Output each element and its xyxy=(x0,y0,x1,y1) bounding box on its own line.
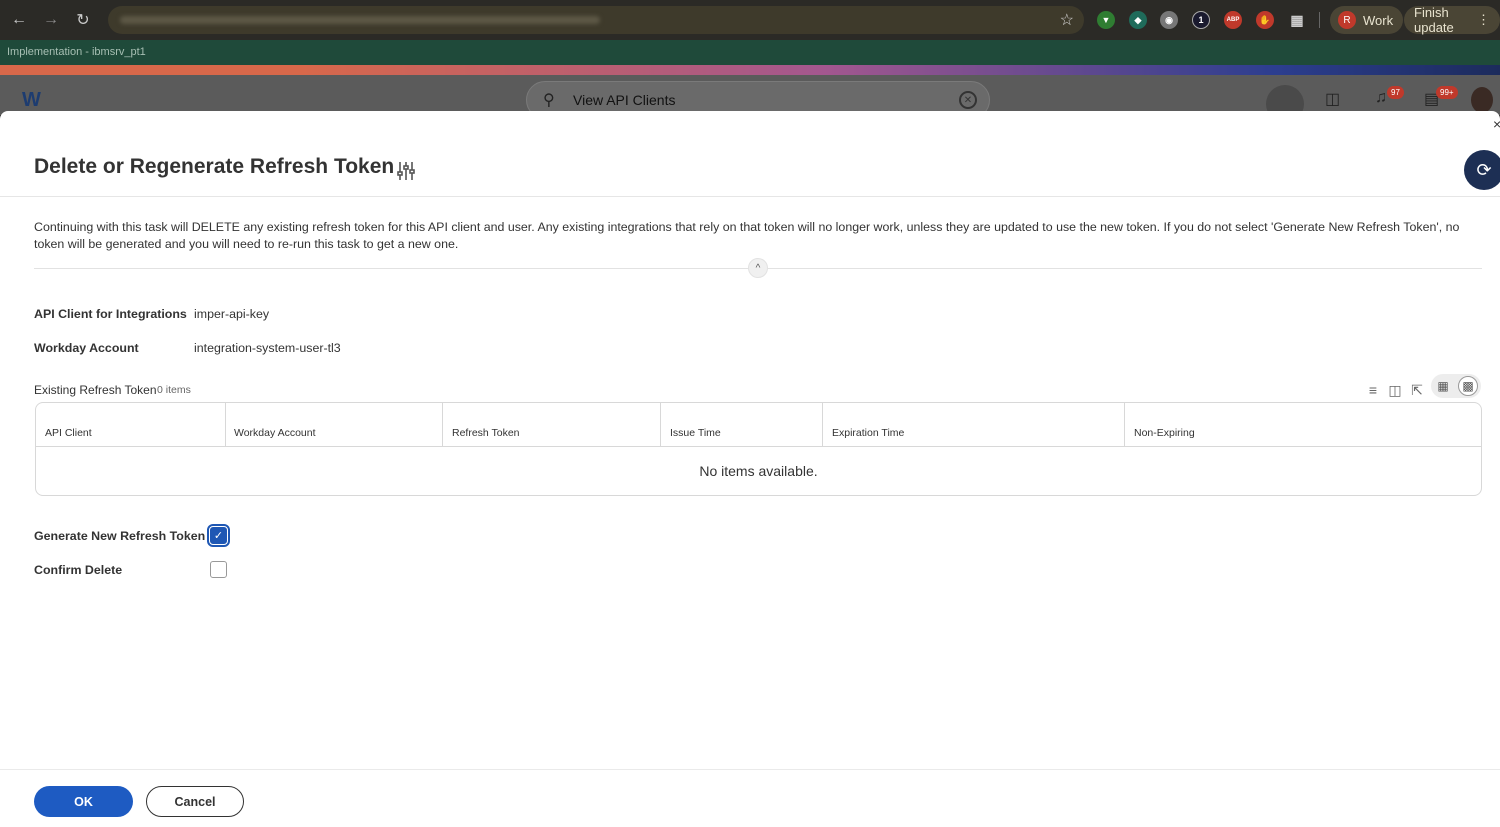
user-avatar[interactable] xyxy=(1471,87,1493,113)
grid-view-icon[interactable]: ▩ xyxy=(1458,376,1478,396)
assistant-button[interactable]: ⟳ xyxy=(1464,150,1500,190)
blurred-url xyxy=(120,16,600,24)
notifications-badge: 97 xyxy=(1387,86,1404,99)
password-extension-icon[interactable]: 1 xyxy=(1192,11,1210,29)
environment-label: Implementation - ibmsrv_pt1 xyxy=(7,46,146,58)
address-bar[interactable]: ☆ xyxy=(108,6,1084,34)
forward-icon[interactable]: → xyxy=(38,7,64,33)
api-client-label: API Client for Integrations xyxy=(34,307,187,321)
shield-extension-icon[interactable]: ◆ xyxy=(1129,11,1147,29)
search-icon: ⚲ xyxy=(543,92,555,109)
column-header[interactable]: Refresh Token xyxy=(443,403,661,447)
kebab-menu-icon[interactable]: ⋮ xyxy=(1477,12,1490,28)
close-dialog-icon[interactable]: × xyxy=(1493,116,1500,132)
workday-logo[interactable]: W xyxy=(22,89,46,113)
download-extension-icon[interactable]: ▼ xyxy=(1097,11,1115,29)
reload-icon[interactable]: ↻ xyxy=(70,7,96,33)
column-header[interactable]: Issue Time xyxy=(661,403,823,447)
instructions-text: Continuing with this task will DELETE an… xyxy=(34,220,1460,251)
back-icon[interactable]: ← xyxy=(6,7,32,33)
page-title: Delete or Regenerate Refresh Token xyxy=(34,155,395,178)
inbox-badge: 99+ xyxy=(1436,86,1458,99)
empty-state-text: No items available. xyxy=(699,463,818,479)
environment-banner: Implementation - ibmsrv_pt1 xyxy=(0,40,1500,65)
cancel-button[interactable]: Cancel xyxy=(146,786,244,817)
generate-token-label: Generate New Refresh Token xyxy=(34,529,206,543)
workday-account-label: Workday Account xyxy=(34,341,139,355)
app-header: W ⚲ View API Clients ✕ ◫ ♫ 97 ▤ 99+ xyxy=(0,75,1500,123)
expand-icon[interactable]: ⇱ xyxy=(1408,379,1426,401)
grid-title: Existing Refresh Token xyxy=(34,383,157,397)
puzzle-extensions-icon[interactable]: ▦ xyxy=(1288,11,1306,29)
view-toggle: ▦ ▩ xyxy=(1431,374,1481,398)
workday-color-band xyxy=(0,65,1500,75)
bookmark-star-icon[interactable]: ☆ xyxy=(1060,10,1074,30)
filter-icon[interactable]: ≡ xyxy=(1364,379,1382,401)
confirm-delete-checkbox[interactable] xyxy=(210,561,227,578)
related-actions-icon[interactable] xyxy=(397,161,415,181)
clear-search-icon[interactable]: ✕ xyxy=(959,91,977,109)
finish-update-button[interactable]: Finish update ⋮ xyxy=(1404,5,1500,35)
table-header: API Client Workday Account Refresh Token… xyxy=(36,403,1481,447)
column-header[interactable]: Workday Account xyxy=(225,403,443,447)
grid-count: 0 items xyxy=(157,384,191,396)
profile-avatar: R xyxy=(1338,11,1356,29)
title-divider xyxy=(0,196,1500,197)
ok-button[interactable]: OK xyxy=(34,786,133,817)
profile-label: Work xyxy=(1363,12,1394,28)
search-text: View API Clients xyxy=(573,92,676,108)
column-layout-icon[interactable]: ◫ xyxy=(1386,379,1404,401)
column-header[interactable]: Non-Expiring xyxy=(1125,403,1481,447)
toolbar-divider xyxy=(1319,12,1320,28)
confirm-delete-label: Confirm Delete xyxy=(34,563,123,577)
delete-regenerate-token-dialog: × Delete or Regenerate Refresh Token ⟳ C… xyxy=(0,111,1500,827)
profile-chip[interactable]: R Work xyxy=(1330,6,1404,34)
column-header[interactable]: Expiration Time xyxy=(823,403,1125,447)
table-view-icon[interactable]: ▦ xyxy=(1433,376,1453,396)
adblock-extension-icon[interactable]: ABP xyxy=(1224,11,1242,29)
refresh-token-table: API Client Workday Account Refresh Token… xyxy=(35,402,1482,496)
footer-divider xyxy=(0,769,1500,770)
column-header[interactable]: API Client xyxy=(36,403,226,447)
chrome-extension-icon[interactable]: ◉ xyxy=(1160,11,1178,29)
finish-update-label: Finish update xyxy=(1414,5,1454,35)
chevron-up-icon[interactable]: ^ xyxy=(748,258,768,278)
workday-account-value: integration-system-user-tl3 xyxy=(194,341,341,355)
browser-toolbar: ← → ↻ ☆ ▼ ◆ ◉ 1 ABP ✋ ▦ R Work Finish up… xyxy=(0,0,1500,40)
generate-token-checkbox[interactable]: ✓ xyxy=(207,524,230,547)
hand-extension-icon[interactable]: ✋ xyxy=(1256,11,1274,29)
api-client-value: imper-api-key xyxy=(194,307,270,321)
